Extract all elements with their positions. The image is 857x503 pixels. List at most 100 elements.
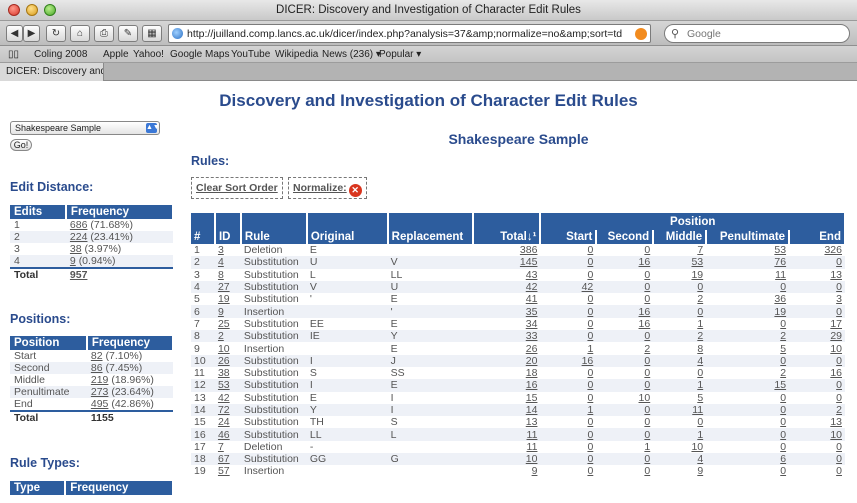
second-link[interactable]: 1 xyxy=(644,441,650,453)
column-header-id[interactable]: ID xyxy=(214,213,242,244)
total-link[interactable]: 11 xyxy=(527,441,538,453)
total-link[interactable]: 10 xyxy=(526,453,538,465)
middle-link[interactable]: 1 xyxy=(697,318,703,330)
total-link[interactable]: 43 xyxy=(526,269,538,281)
search-input[interactable] xyxy=(687,27,837,40)
rule-id-link[interactable]: 46 xyxy=(218,429,230,441)
rss-icon[interactable] xyxy=(635,28,647,40)
middle-link[interactable]: 7 xyxy=(697,244,703,256)
penultimate-link[interactable]: 0 xyxy=(780,318,786,330)
start-link[interactable]: 0 xyxy=(587,453,593,465)
rule-id-link[interactable]: 26 xyxy=(218,355,230,367)
penultimate-link[interactable]: 76 xyxy=(774,256,786,268)
penultimate-link[interactable]: 5 xyxy=(780,343,786,355)
penultimate-link[interactable]: 2 xyxy=(780,330,786,342)
total-link[interactable]: 9 xyxy=(532,465,538,477)
penultimate-link[interactable]: 6 xyxy=(780,453,786,465)
second-link[interactable]: 0 xyxy=(644,367,650,379)
rule-id-link[interactable]: 42 xyxy=(218,392,230,404)
total-link[interactable]: 15 xyxy=(526,392,538,404)
rule-id-link[interactable]: 24 xyxy=(218,416,230,428)
start-link[interactable]: 0 xyxy=(587,367,593,379)
bookmark-item[interactable]: Wikipedia xyxy=(275,49,318,60)
second-link[interactable]: 0 xyxy=(644,244,650,256)
bookmark-item[interactable]: Coling 2008 xyxy=(34,49,87,60)
bookmark-item[interactable]: Apple xyxy=(103,49,129,60)
search-box[interactable]: ⚲ xyxy=(664,24,850,43)
middle-link[interactable]: 53 xyxy=(691,256,703,268)
frequency-link[interactable]: 82 xyxy=(91,350,103,362)
penultimate-link[interactable]: 0 xyxy=(780,416,786,428)
rule-id-link[interactable]: 19 xyxy=(218,293,230,305)
start-link[interactable]: 42 xyxy=(582,281,594,293)
normalize-toggle[interactable]: Normalize: ✕ xyxy=(288,177,367,199)
frequency-link[interactable]: 219 xyxy=(91,374,109,386)
total-link[interactable]: 957 xyxy=(70,269,88,281)
middle-link[interactable]: 19 xyxy=(691,269,703,281)
frequency-link[interactable]: 495 xyxy=(91,398,109,410)
penultimate-link[interactable]: 0 xyxy=(780,465,786,477)
start-link[interactable]: 0 xyxy=(587,293,593,305)
second-link[interactable]: 2 xyxy=(644,343,650,355)
middle-link[interactable]: 1 xyxy=(697,429,703,441)
second-link[interactable]: 0 xyxy=(644,416,650,428)
rule-id-link[interactable]: 3 xyxy=(218,244,224,256)
column-header-original[interactable]: Original xyxy=(306,213,389,244)
end-link[interactable]: 10 xyxy=(830,343,842,355)
forward-icon[interactable]: ▶ xyxy=(23,25,40,42)
middle-link[interactable]: 0 xyxy=(697,367,703,379)
rule-id-link[interactable]: 27 xyxy=(218,281,230,293)
start-link[interactable]: 0 xyxy=(587,392,593,404)
end-link[interactable]: 10 xyxy=(830,429,842,441)
column-header-start[interactable]: Start xyxy=(540,230,598,244)
rule-id-link[interactable]: 2 xyxy=(218,330,224,342)
go-button[interactable]: Go! xyxy=(10,139,32,151)
penultimate-link[interactable]: 36 xyxy=(774,293,786,305)
total-link[interactable]: 26 xyxy=(526,343,538,355)
end-link[interactable]: 0 xyxy=(836,441,842,453)
second-link[interactable]: 0 xyxy=(644,379,650,391)
penultimate-link[interactable]: 2 xyxy=(780,367,786,379)
middle-link[interactable]: 9 xyxy=(697,465,703,477)
frequency-link[interactable]: 686 xyxy=(70,219,88,231)
second-link[interactable]: 0 xyxy=(644,281,650,293)
second-link[interactable]: 0 xyxy=(644,269,650,281)
column-header-end[interactable]: End xyxy=(789,230,846,244)
penultimate-link[interactable]: 0 xyxy=(780,441,786,453)
middle-link[interactable]: 0 xyxy=(697,306,703,318)
rule-id-link[interactable]: 38 xyxy=(218,367,230,379)
print-icon[interactable]: ⎙ xyxy=(94,25,114,42)
bookmark-item[interactable]: Google Maps xyxy=(170,49,229,60)
column-header-second[interactable]: Second xyxy=(596,230,655,244)
bookmark-item[interactable]: Popular ▾ xyxy=(379,49,421,60)
column-header-middle[interactable]: Middle xyxy=(653,230,708,244)
penultimate-link[interactable]: 53 xyxy=(774,244,786,256)
end-link[interactable]: 17 xyxy=(830,318,842,330)
rule-id-link[interactable]: 57 xyxy=(218,465,230,477)
end-link[interactable]: 0 xyxy=(836,355,842,367)
total-link[interactable]: 20 xyxy=(526,355,538,367)
start-link[interactable]: 0 xyxy=(587,441,593,453)
rule-id-link[interactable]: 72 xyxy=(218,404,230,416)
middle-link[interactable]: 8 xyxy=(697,343,703,355)
end-link[interactable]: 13 xyxy=(830,269,842,281)
second-link[interactable]: 0 xyxy=(644,355,650,367)
middle-link[interactable]: 2 xyxy=(697,330,703,342)
start-link[interactable]: 0 xyxy=(587,465,593,477)
end-link[interactable]: 326 xyxy=(824,244,842,256)
clear-sort-order-button[interactable]: Clear Sort Order xyxy=(191,177,283,199)
second-link[interactable]: 16 xyxy=(639,306,651,318)
start-link[interactable]: 0 xyxy=(587,330,593,342)
bookmark-item[interactable]: Yahoo! xyxy=(133,49,164,60)
sample-select[interactable]: Shakespeare Sample ▲▼ xyxy=(10,121,160,135)
penultimate-link[interactable]: 0 xyxy=(780,429,786,441)
middle-link[interactable]: 0 xyxy=(697,416,703,428)
start-link[interactable]: 1 xyxy=(587,343,593,355)
start-link[interactable]: 0 xyxy=(587,429,593,441)
penultimate-link[interactable]: 0 xyxy=(780,404,786,416)
frequency-link[interactable]: 273 xyxy=(91,386,109,398)
column-header-rule[interactable]: Rule xyxy=(240,213,308,244)
penultimate-link[interactable]: 11 xyxy=(775,269,786,281)
address-bar[interactable]: http://juilland.comp.lancs.ac.uk/dicer/i… xyxy=(168,24,651,43)
start-link[interactable]: 16 xyxy=(582,355,594,367)
